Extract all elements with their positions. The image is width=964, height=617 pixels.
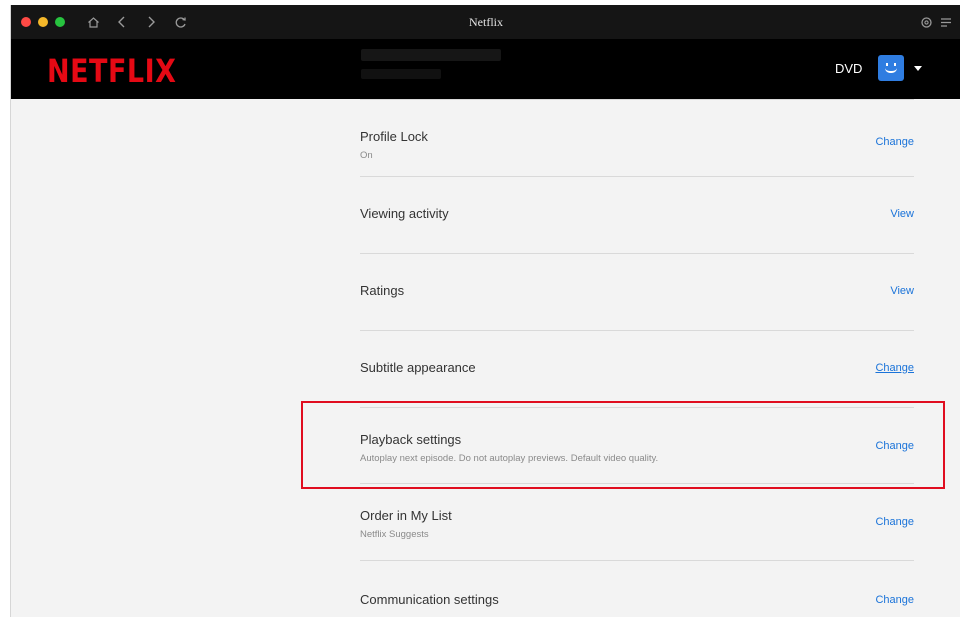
menu-icon[interactable] — [936, 12, 956, 32]
profile-avatar[interactable] — [878, 55, 904, 81]
settings-row-viewing-activity: Viewing activity View — [360, 176, 914, 253]
setting-subtext: Netflix Suggests — [360, 529, 429, 540]
ratings-view-link[interactable]: View — [890, 285, 914, 297]
profile-settings-list: Profile Lock On Change Viewing activity … — [360, 99, 914, 617]
settings-row-ratings: Ratings View — [360, 253, 914, 330]
settings-row-order-in-my-list: Order in My List Netflix Suggests Change — [360, 483, 914, 560]
communication-settings-change-link[interactable]: Change — [875, 594, 914, 606]
app-window: Netflix NETFLIX DVD Profile Lock On Chan… — [10, 5, 960, 617]
title-bar: Netflix — [11, 5, 960, 39]
profile-name[interactable]: DVD — [835, 61, 862, 76]
settings-row-communication-settings: Communication settings Change — [360, 560, 914, 617]
scrolled-under-subtext — [361, 69, 441, 79]
setting-label: Profile Lock — [360, 129, 428, 144]
highlight-box — [301, 401, 945, 489]
subtitle-appearance-change-link[interactable]: Change — [875, 362, 914, 374]
settings-row-subtitle-appearance: Subtitle appearance Change — [360, 330, 914, 407]
order-in-my-list-change-link[interactable]: Change — [875, 516, 914, 528]
netflix-header: NETFLIX DVD — [11, 39, 960, 99]
setting-label: Viewing activity — [360, 206, 449, 221]
setting-label: Subtitle appearance — [360, 360, 476, 375]
chevron-down-icon[interactable] — [914, 66, 922, 71]
settings-gear-icon[interactable] — [916, 12, 936, 32]
netflix-logo[interactable]: NETFLIX — [47, 53, 176, 90]
setting-label: Order in My List — [360, 508, 452, 523]
profile-lock-change-link[interactable]: Change — [875, 136, 914, 148]
scrolled-under-text — [361, 49, 501, 61]
settings-row-profile-lock: Profile Lock On Change — [360, 99, 914, 176]
viewing-activity-view-link[interactable]: View — [890, 208, 914, 220]
setting-subtext: On — [360, 150, 373, 161]
window-title: Netflix — [469, 15, 503, 29]
setting-label: Communication settings — [360, 592, 499, 607]
setting-label: Ratings — [360, 283, 405, 298]
